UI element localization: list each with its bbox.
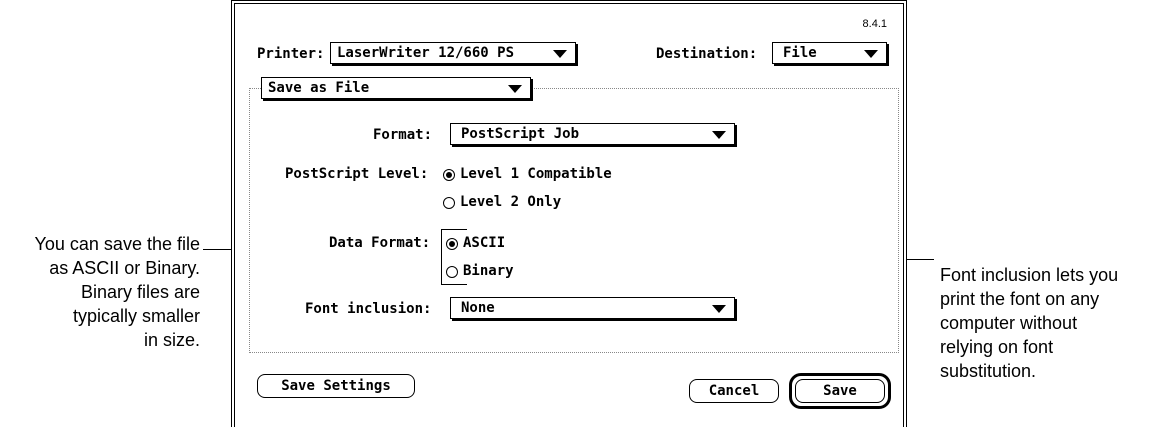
callout-line: You can save the file (34, 234, 200, 254)
callout-line: Font inclusion lets you (940, 265, 1119, 285)
chevron-down-icon (553, 50, 567, 58)
bracket-bottom (441, 284, 467, 285)
destination-value: File (783, 45, 817, 61)
callout-line: as ASCII or Binary. (49, 258, 200, 278)
version-label: 8.4.1 (862, 18, 887, 30)
callout-line: typically smaller (72, 306, 200, 326)
chevron-down-icon (864, 50, 878, 58)
print-dialog: 8.4.1 Printer: LaserWriter 12/660 PS Des… (231, 0, 907, 427)
bracket-top (441, 229, 467, 230)
callout-line: Binary files are (80, 282, 200, 302)
chevron-down-icon (508, 85, 522, 93)
callout-line: print the font on any (940, 289, 1100, 309)
printer-value: LaserWriter 12/660 PS (337, 45, 515, 61)
font-inclusion-value: None (461, 300, 495, 316)
panel-menu-popup[interactable]: Save as File (261, 77, 531, 99)
printer-popup[interactable]: LaserWriter 12/660 PS (330, 42, 576, 64)
chevron-down-icon (712, 131, 726, 139)
radio-level-1[interactable] (443, 169, 455, 181)
radio-binary[interactable] (446, 266, 458, 278)
radio-level-2-label[interactable]: Level 2 Only (460, 194, 561, 210)
radio-level-1-label[interactable]: Level 1 Compatible (460, 166, 612, 182)
chevron-down-icon (712, 305, 726, 313)
format-value: PostScript Job (461, 126, 580, 142)
font-inclusion-popup[interactable]: None (450, 297, 735, 319)
format-label: Format: (373, 127, 433, 143)
data-format-label: Data Format: (329, 235, 431, 251)
callout-line: computer without (940, 313, 1078, 333)
callout-line: relying on font (940, 337, 1054, 357)
panel-menu-value: Save as File (268, 80, 370, 96)
bracket-side (441, 229, 442, 285)
save-settings-button[interactable]: Save Settings (257, 374, 415, 398)
destination-popup[interactable]: File (772, 42, 887, 64)
callout-font-inclusion: Font inclusion lets you print the font o… (940, 263, 1156, 383)
destination-label: Destination: (656, 46, 758, 62)
cancel-button[interactable]: Cancel (689, 379, 779, 403)
save-button[interactable]: Save (795, 379, 885, 403)
callout-line: substitution. (940, 361, 1037, 381)
callout-line: in size. (143, 330, 200, 350)
radio-level-2[interactable] (443, 197, 455, 209)
printer-label: Printer: (257, 46, 325, 62)
callout-data-format: You can save the file as ASCII or Binary… (0, 232, 200, 352)
font-inclusion-label: Font inclusion: (305, 301, 432, 317)
format-popup[interactable]: PostScript Job (450, 123, 735, 145)
radio-ascii-label[interactable]: ASCII (463, 235, 505, 251)
postscript-level-label: PostScript Level: (285, 166, 429, 182)
radio-ascii[interactable] (446, 238, 458, 250)
radio-binary-label[interactable]: Binary (463, 263, 514, 279)
